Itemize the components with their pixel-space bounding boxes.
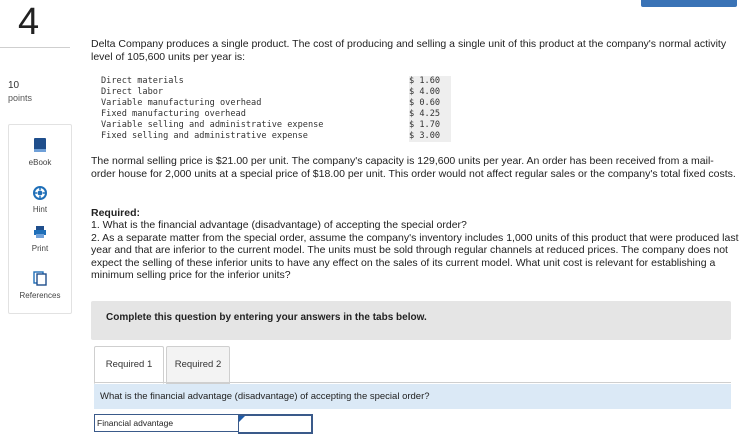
cost-amount: $ 4.00 <box>409 87 451 98</box>
question-number-divider <box>0 47 70 48</box>
points-label: points <box>8 93 33 103</box>
required-1-text: 1. What is the financial advantage (disa… <box>91 219 467 232</box>
required-2-text: 2. As a separate matter from the special… <box>91 231 739 282</box>
cost-label: Variable selling and administrative expe… <box>101 120 324 130</box>
cost-amount: $ 3.00 <box>409 131 451 142</box>
tab-required-1[interactable]: Required 1 <box>94 346 164 384</box>
cost-label: Fixed selling and administrative expense <box>101 131 308 141</box>
financial-advantage-input[interactable] <box>238 414 313 434</box>
cost-label: Direct materials <box>101 76 184 86</box>
cost-label: Fixed manufacturing overhead <box>101 109 246 119</box>
cost-amount: $ 0.60 <box>409 98 451 109</box>
intro-text: Delta Company produces a single product.… <box>91 38 727 63</box>
cost-row: Fixed selling and administrative expense… <box>101 131 451 142</box>
cost-row: Direct labor $ 4.00 <box>101 87 451 98</box>
print-label: Print <box>31 244 49 253</box>
instruction-box: Complete this question by entering your … <box>91 301 731 340</box>
tools-panel: eBook Hint Print References <box>8 124 72 314</box>
print-icon <box>9 225 71 241</box>
tab-question-bar: What is the financial advantage (disadva… <box>94 384 731 409</box>
cost-amount: $ 1.70 <box>409 120 451 131</box>
instruction-text: Complete this question by entering your … <box>106 312 427 323</box>
problem-paragraph: The normal selling price is $21.00 per u… <box>91 155 736 180</box>
financial-advantage-label[interactable]: Financial advantage <box>94 414 240 432</box>
cost-label: Direct labor <box>101 87 164 97</box>
references-label: References <box>19 291 61 300</box>
points-value: 10 <box>8 80 20 91</box>
cost-amount: $ 4.25 <box>409 109 451 120</box>
cost-row: Variable manufacturing overhead $ 0.60 <box>101 98 451 109</box>
cost-row: Direct materials $ 1.60 <box>101 76 451 87</box>
references-button[interactable]: References <box>9 271 71 300</box>
cost-label: Variable manufacturing overhead <box>101 98 262 108</box>
references-icon <box>9 271 71 288</box>
required-title: Required: <box>91 207 141 219</box>
cost-row: Fixed manufacturing overhead $ 4.25 <box>101 109 451 120</box>
input-flag-icon <box>239 416 245 422</box>
hint-icon <box>9 186 71 202</box>
cost-table: Direct materials $ 1.60 Direct labor $ 4.0… <box>101 76 451 142</box>
cost-amount: $ 1.60 <box>409 76 451 87</box>
tab-required-2[interactable]: Required 2 <box>166 346 230 384</box>
tab-question-text: What is the financial advantage (disadva… <box>100 391 430 402</box>
hint-label: Hint <box>32 205 48 214</box>
required-section: Required: 1. What is the financial advan… <box>91 207 739 281</box>
ebook-label: eBook <box>28 158 52 167</box>
tab-divider <box>94 382 731 383</box>
ebook-button[interactable]: eBook <box>9 137 71 167</box>
problem-intro: Delta Company produces a single product.… <box>91 38 737 63</box>
print-button[interactable]: Print <box>9 225 71 253</box>
hint-button[interactable]: Hint <box>9 186 71 214</box>
question-number: 4 <box>18 1 40 43</box>
top-action-button[interactable] <box>641 0 737 7</box>
cost-row: Variable selling and administrative expe… <box>101 120 451 131</box>
ebook-icon <box>9 137 71 155</box>
